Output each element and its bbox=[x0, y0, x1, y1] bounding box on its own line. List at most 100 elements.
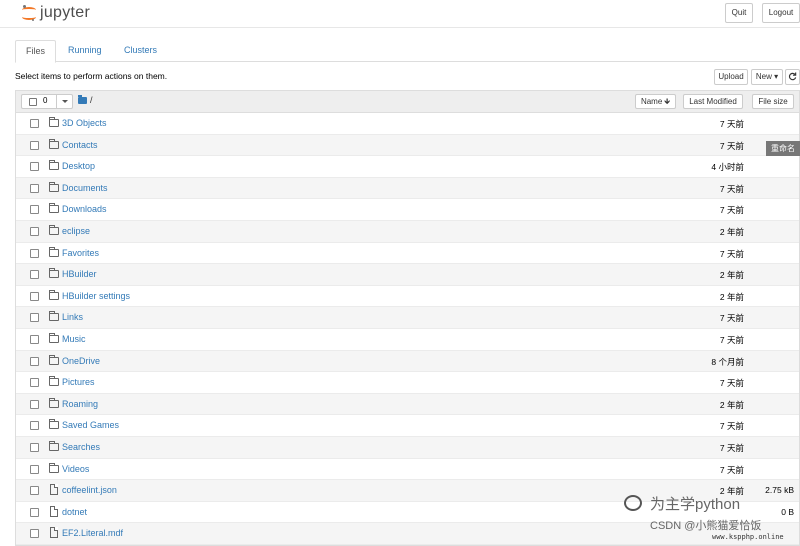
row-checkbox[interactable] bbox=[30, 399, 39, 409]
item-name-link[interactable]: OneDrive bbox=[62, 356, 100, 366]
item-name-link[interactable]: coffeelint.json bbox=[62, 485, 117, 495]
list-item[interactable]: Saved Games 7 天前 bbox=[16, 415, 799, 437]
row-checkbox[interactable] bbox=[30, 334, 39, 344]
row-checkbox[interactable] bbox=[30, 442, 39, 452]
row-checkbox[interactable] bbox=[30, 291, 39, 301]
list-item[interactable]: HBuilder 2 年前 bbox=[16, 264, 799, 286]
list-item[interactable]: OneDrive 8 个月前 bbox=[16, 350, 799, 373]
folder-icon bbox=[49, 203, 59, 214]
row-checkbox[interactable] bbox=[30, 140, 39, 150]
jupyter-logo[interactable]: jupyter bbox=[22, 4, 90, 22]
folder-icon bbox=[49, 246, 59, 257]
watermark-title: 为主学python bbox=[650, 496, 741, 513]
item-name-link[interactable]: Documents bbox=[62, 183, 108, 193]
row-checkbox[interactable] bbox=[30, 486, 39, 496]
list-item[interactable]: Documents 7 天前 bbox=[16, 177, 799, 200]
item-modified: 7 天前 bbox=[719, 313, 744, 324]
list-item[interactable]: Music 7 天前 bbox=[16, 329, 799, 351]
item-name-link[interactable]: Favorites bbox=[62, 248, 99, 258]
item-name-link[interactable]: Contacts bbox=[62, 140, 98, 150]
top-header: jupyter Quit Logout bbox=[0, 0, 800, 28]
list-item[interactable]: Pictures 7 天前 bbox=[16, 372, 799, 394]
item-name-link[interactable]: dotnet bbox=[62, 507, 87, 517]
item-name-link[interactable]: Links bbox=[62, 312, 83, 322]
item-modified: 7 天前 bbox=[719, 119, 744, 129]
list-item[interactable]: Videos 7 天前 bbox=[16, 459, 799, 481]
select-all-checkbox[interactable] bbox=[29, 98, 37, 106]
row-checkbox[interactable] bbox=[30, 270, 39, 280]
list-item[interactable]: Links 7 天前 bbox=[16, 307, 799, 329]
row-checkbox[interactable] bbox=[30, 183, 39, 193]
list-item[interactable]: Desktop 4 小时前 bbox=[16, 156, 799, 178]
folder-icon bbox=[49, 160, 59, 171]
item-name-link[interactable]: Desktop bbox=[62, 161, 95, 171]
row-checkbox[interactable] bbox=[30, 464, 39, 474]
row-checkbox[interactable] bbox=[30, 205, 39, 215]
item-name-link[interactable]: 3D Objects bbox=[62, 118, 107, 128]
row-checkbox[interactable] bbox=[30, 226, 39, 236]
logout-button[interactable]: Logout bbox=[762, 3, 800, 23]
item-modified: 7 天前 bbox=[719, 421, 744, 432]
file-list: 0 / Name 🡻 Last Modified File size 3D Obj… bbox=[15, 90, 800, 546]
select-all-dropdown[interactable]: 0 bbox=[21, 94, 73, 109]
folder-icon[interactable] bbox=[78, 95, 87, 104]
folder-icon bbox=[49, 419, 59, 430]
row-checkbox[interactable] bbox=[30, 119, 39, 128]
item-name-link[interactable]: Videos bbox=[62, 464, 89, 474]
item-name-link[interactable]: eclipse bbox=[62, 226, 90, 236]
item-name-link[interactable]: Music bbox=[62, 334, 86, 344]
item-modified: 7 天前 bbox=[719, 205, 744, 216]
breadcrumb[interactable]: / bbox=[90, 95, 93, 105]
folder-icon bbox=[49, 289, 59, 300]
list-item[interactable]: eclipse 2 年前 bbox=[16, 220, 799, 243]
row-checkbox[interactable] bbox=[30, 507, 39, 517]
item-name-link[interactable]: Searches bbox=[62, 442, 100, 452]
list-item[interactable]: HBuilder settings 2 年前 bbox=[16, 286, 799, 308]
row-checkbox[interactable] bbox=[30, 313, 39, 323]
item-modified: 2 年前 bbox=[719, 226, 744, 237]
list-item[interactable]: Favorites 7 天前 bbox=[16, 243, 799, 265]
item-name-link[interactable]: HBuilder bbox=[62, 269, 97, 279]
tab-bar: Files Running Clusters bbox=[15, 40, 800, 63]
row-checkbox[interactable] bbox=[30, 248, 39, 258]
item-name-link[interactable]: HBuilder settings bbox=[62, 291, 130, 301]
item-modified: 7 天前 bbox=[719, 183, 744, 194]
list-item[interactable]: Contacts 7 天前 bbox=[16, 134, 799, 157]
row-checkbox[interactable] bbox=[30, 378, 39, 388]
folder-icon bbox=[49, 224, 59, 235]
row-checkbox[interactable] bbox=[30, 529, 39, 539]
sort-by-size-button[interactable]: File size bbox=[752, 94, 794, 109]
item-modified: 7 天前 bbox=[719, 334, 744, 345]
item-modified: 2 年前 bbox=[719, 270, 744, 281]
sort-by-modified-button[interactable]: Last Modified bbox=[683, 94, 743, 109]
item-name-link[interactable]: Roaming bbox=[62, 399, 98, 409]
item-name-link[interactable]: Downloads bbox=[62, 204, 107, 214]
item-name-link[interactable]: EF2.Literal.mdf bbox=[62, 528, 123, 538]
jupyter-logo-icon bbox=[22, 5, 36, 21]
item-name-link[interactable]: Saved Games bbox=[62, 420, 119, 430]
tab-files[interactable]: Files bbox=[15, 40, 56, 63]
item-name-link[interactable]: Pictures bbox=[62, 377, 95, 387]
selection-hint: Select items to perform actions on them. bbox=[15, 71, 168, 81]
tab-running[interactable]: Running bbox=[58, 40, 112, 62]
item-modified: 8 个月前 bbox=[711, 356, 744, 367]
folder-icon bbox=[49, 376, 59, 387]
folder-icon bbox=[49, 440, 59, 451]
list-item[interactable]: Downloads 7 天前 bbox=[16, 199, 799, 221]
list-item[interactable]: 3D Objects 7 天前 bbox=[16, 113, 799, 135]
tab-clusters[interactable]: Clusters bbox=[114, 40, 167, 62]
list-item[interactable]: Roaming 2 年前 bbox=[16, 393, 799, 416]
row-checkbox[interactable] bbox=[30, 162, 39, 172]
chevron-down-icon[interactable] bbox=[62, 100, 68, 103]
quit-button[interactable]: Quit bbox=[725, 3, 753, 23]
file-icon bbox=[50, 505, 58, 517]
row-checkbox[interactable] bbox=[30, 356, 39, 366]
new-dropdown-button[interactable]: New ▾ bbox=[751, 69, 783, 85]
folder-icon bbox=[49, 138, 59, 149]
list-item[interactable]: Searches 7 天前 bbox=[16, 436, 799, 459]
sort-by-name-button[interactable]: Name 🡻 bbox=[635, 94, 676, 109]
rename-badge[interactable]: 重命名 bbox=[766, 141, 800, 156]
refresh-button[interactable] bbox=[785, 69, 800, 85]
upload-button[interactable]: Upload bbox=[714, 69, 748, 85]
row-checkbox[interactable] bbox=[30, 421, 39, 431]
